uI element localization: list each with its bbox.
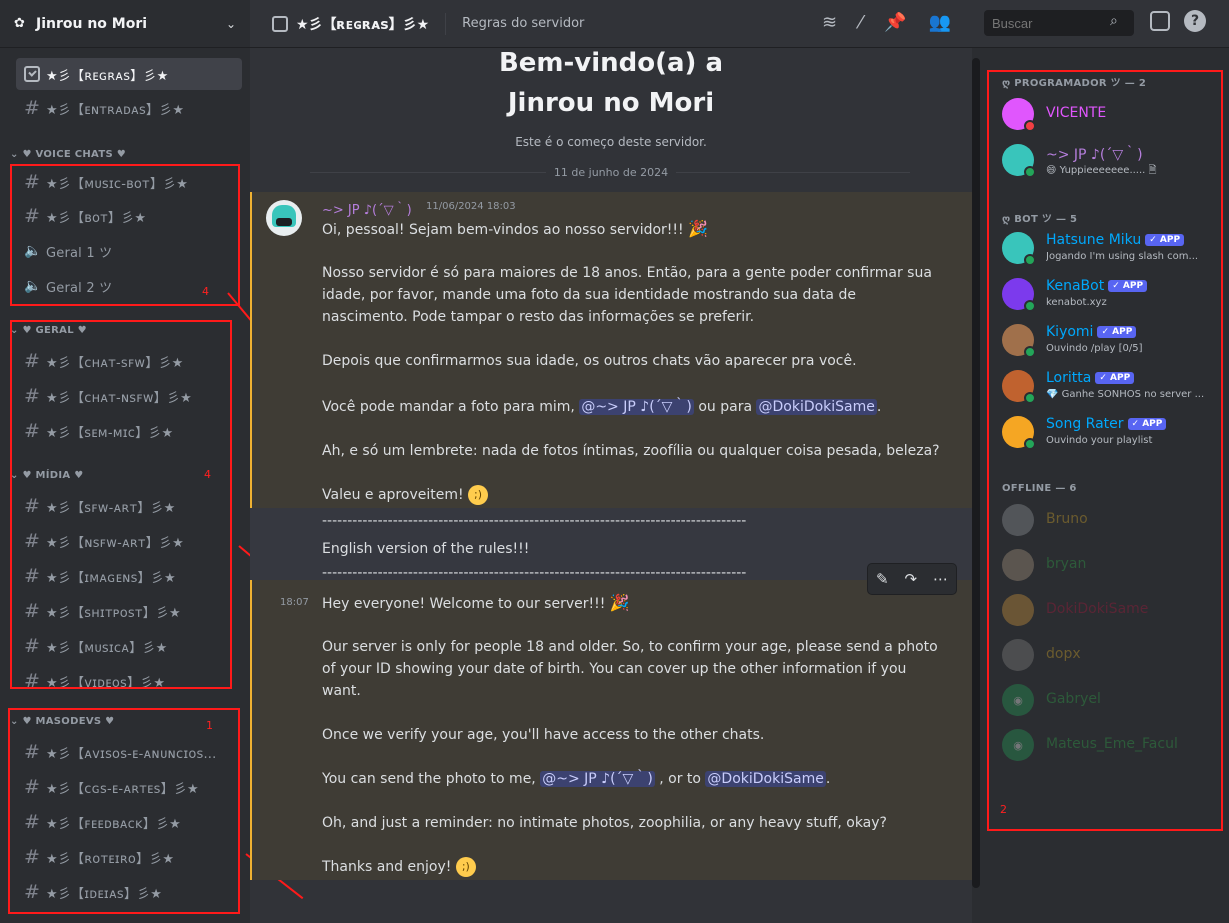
message-text: Depois que confirmarmos sua idade, os ou… [322, 353, 857, 369]
user-mention[interactable]: @~> JP ♪(´▽｀) [579, 399, 694, 415]
members-icon[interactable]: 👥 [929, 12, 951, 33]
user-mention[interactable]: @~> JP ♪(´▽｀) [540, 771, 655, 787]
category-voice-chats[interactable]: ⌄ ♥ VOICE CHATS ♥ [10, 149, 126, 160]
message-text: Valeu e aproveitem! ;) [322, 484, 942, 506]
threads-icon[interactable]: ≋ [822, 12, 837, 33]
forward-icon[interactable]: ↷ [904, 570, 917, 588]
search-icon[interactable]: ⌕ [1110, 13, 1118, 29]
pin-icon[interactable]: 📌 [884, 12, 906, 33]
message-text: Once we verify your age, you'll have acc… [322, 727, 765, 743]
gear-icon: ✿ [14, 15, 25, 31]
rules-icon [24, 66, 40, 82]
message-divider: ----------------------------------------… [322, 565, 747, 581]
party-popper-icon: 🎉 [688, 219, 708, 238]
annotation-number-1: 1 [206, 719, 213, 732]
winking-face-icon: ;) [455, 857, 476, 877]
message-time: 18:07 [280, 597, 309, 608]
message-text: Oi, pessoal! Sejam bem-vindos ao nosso s… [322, 219, 708, 238]
annotation-box-1 [8, 708, 240, 914]
chat-area: Bem-vindo(a) a Jinrou no Mori Este é o c… [250, 48, 972, 923]
annotation-number-4: 4 [204, 468, 211, 481]
annotation-number-3: 4 [202, 285, 209, 298]
message-divider: ----------------------------------------… [322, 513, 747, 529]
inbox-icon[interactable] [1150, 11, 1170, 31]
channel-topic[interactable]: Regras do servidor [462, 16, 584, 31]
annotation-number-2: 2 [1000, 803, 1007, 816]
scrollbar-thumb[interactable] [972, 58, 980, 888]
message-author[interactable]: ~> JP ♪(´▽｀) [322, 199, 412, 218]
message-text: Nosso servidor é só para maiores de 18 a… [322, 265, 932, 325]
message-text: Our server is only for people 18 and old… [322, 639, 938, 699]
message-text: Thanks and enjoy! ;) [322, 856, 942, 878]
welcome-subtitle: Este é o começo deste servidor. [515, 135, 707, 149]
header-tools: ≋ ⁄ 📌 👥 [822, 12, 951, 33]
rules-icon [272, 15, 288, 32]
avatar[interactable] [266, 200, 302, 236]
user-mention[interactable]: @DokiDokiSame [756, 399, 877, 415]
welcome-title-server: Jinrou no Mori [507, 88, 715, 118]
message-text: English version of the rules!!! [322, 541, 530, 557]
channel-sidebar: ✿ Jinrou no Mori ⌄ ★彡【ʀᴇɢʀᴀꜱ】彡★ # ★彡【ᴇɴᴛ… [0, 0, 250, 923]
edit-icon[interactable]: ✎ [876, 570, 889, 588]
message-timestamp: 11/06/2024 18:03 [426, 201, 516, 212]
message-actions: ✎ ↷ ⋯ [868, 564, 956, 594]
scrollbar[interactable] [972, 48, 980, 923]
chevron-down-icon[interactable]: ⌄ [226, 17, 236, 31]
server-name: Jinrou no Mori [36, 15, 148, 32]
channel-header: ★彡【ʀᴇɢʀᴀꜱ】彡★ Regras do servidor ≋ ⁄ 📌 👥 … [250, 0, 1229, 48]
hash-icon: # [24, 97, 40, 119]
server-header[interactable]: ✿ Jinrou no Mori ⌄ [0, 0, 250, 48]
welcome-title: Bem-vindo(a) a [498, 48, 724, 78]
channel-title: ★彡【ʀᴇɢʀᴀꜱ】彡★ [296, 16, 430, 33]
message-text: Você pode mandar a foto para mim, @~> JP… [322, 399, 882, 415]
help-icon[interactable]: ? [1184, 10, 1206, 32]
annotation-box-2 [987, 70, 1223, 831]
notifications-muted-icon[interactable]: ⁄ [859, 12, 862, 33]
message-text: Hey everyone! Welcome to our server!!! 🎉 [322, 593, 630, 612]
date-divider: 11 de junho de 2024 [250, 166, 972, 179]
channel-entradas[interactable]: # ★彡【ᴇɴᴛʀᴀᴅᴀꜱ】彡★ [16, 92, 242, 124]
user-mention[interactable]: @DokiDokiSame [705, 771, 826, 787]
member-list: ღ PROGRAMADOR ツ — 2 VICENTE ~> JP ♪(´▽｀)… [980, 48, 1229, 923]
message-text: Ah, e só um lembrete: nada de fotos ínti… [322, 443, 940, 459]
chevron-down-icon: ⌄ [10, 149, 23, 160]
more-icon[interactable]: ⋯ [933, 570, 948, 588]
message-text: You can send the photo to me, @~> JP ♪(´… [322, 771, 831, 787]
winking-face-icon: ;) [468, 485, 489, 505]
party-popper-icon: 🎉 [609, 593, 630, 612]
channel-regras[interactable]: ★彡【ʀᴇɢʀᴀꜱ】彡★ [16, 58, 242, 90]
divider [445, 12, 447, 35]
annotation-box-4 [10, 320, 232, 689]
message-text: Oh, and just a reminder: no intimate pho… [322, 815, 887, 831]
